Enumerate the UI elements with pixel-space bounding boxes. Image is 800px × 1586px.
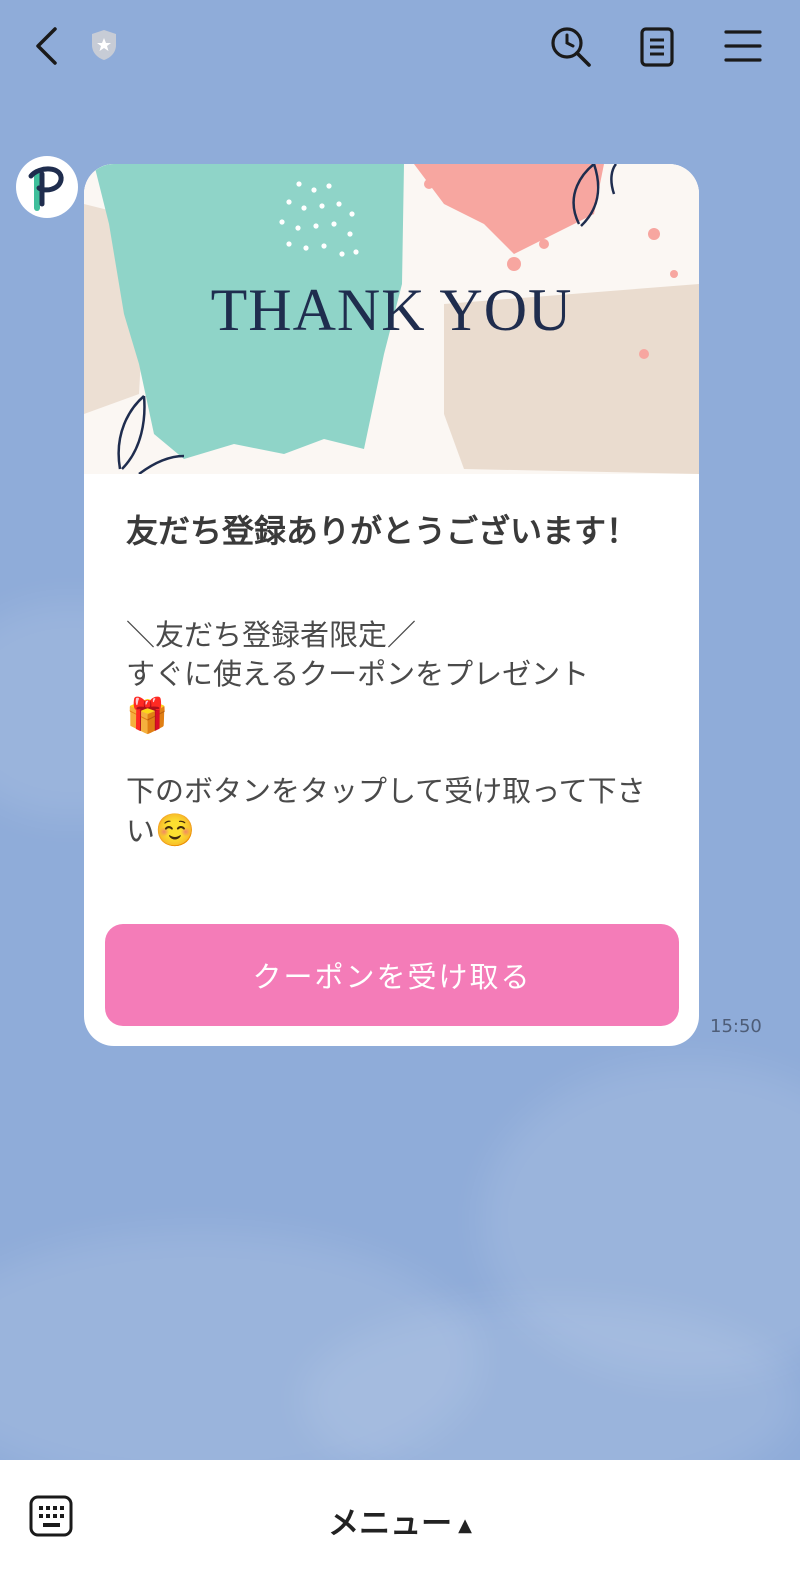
promo-line-2: すぐに使えるクーポンをプレゼント	[126, 657, 590, 691]
instruction-text: 下のボタンをタップして受け取って下さい☺️	[126, 772, 666, 851]
message-card: THANK YOU 友だち登録ありがとうございます！ ＼友だち登録者限定／ すぐ…	[84, 164, 699, 1046]
sender-avatar[interactable]	[16, 156, 78, 218]
back-button[interactable]	[26, 24, 66, 68]
search-button[interactable]	[548, 24, 594, 70]
smile-emoji: ☺️	[155, 811, 195, 849]
chevron-left-icon	[36, 27, 57, 65]
search-clock-icon	[551, 27, 591, 67]
promo-line-1: ＼友だち登録者限定／	[126, 618, 417, 652]
thank-you-banner: THANK YOU	[84, 164, 699, 474]
caret-up-icon: ▲	[458, 1515, 472, 1536]
menu-label: メニュー	[328, 1506, 453, 1542]
banner-title: THANK YOU	[210, 277, 573, 343]
menu-button[interactable]	[722, 26, 764, 66]
note-icon	[640, 27, 674, 67]
bottom-bar: メニュー ▲	[0, 1460, 800, 1586]
gift-emoji: 🎁	[126, 696, 169, 736]
message-heading: 友だち登録ありがとうございます！	[126, 512, 639, 550]
notes-button[interactable]	[636, 24, 678, 70]
chat-header	[0, 0, 800, 90]
receive-coupon-button[interactable]: クーポンを受け取る	[105, 924, 679, 1026]
hamburger-icon	[724, 30, 762, 62]
instruction-line: 下のボタンをタップして受け取って下さい	[126, 774, 646, 848]
shield-star-icon	[92, 30, 116, 60]
message-timestamp: 15:50	[710, 1016, 762, 1037]
message-body: ＼友だち登録者限定／ すぐに使えるクーポンをプレゼント 🎁	[126, 616, 666, 738]
official-account-badge	[88, 28, 120, 62]
rich-menu-toggle[interactable]: メニュー ▲	[0, 1498, 800, 1543]
brand-logo-icon	[28, 166, 64, 211]
